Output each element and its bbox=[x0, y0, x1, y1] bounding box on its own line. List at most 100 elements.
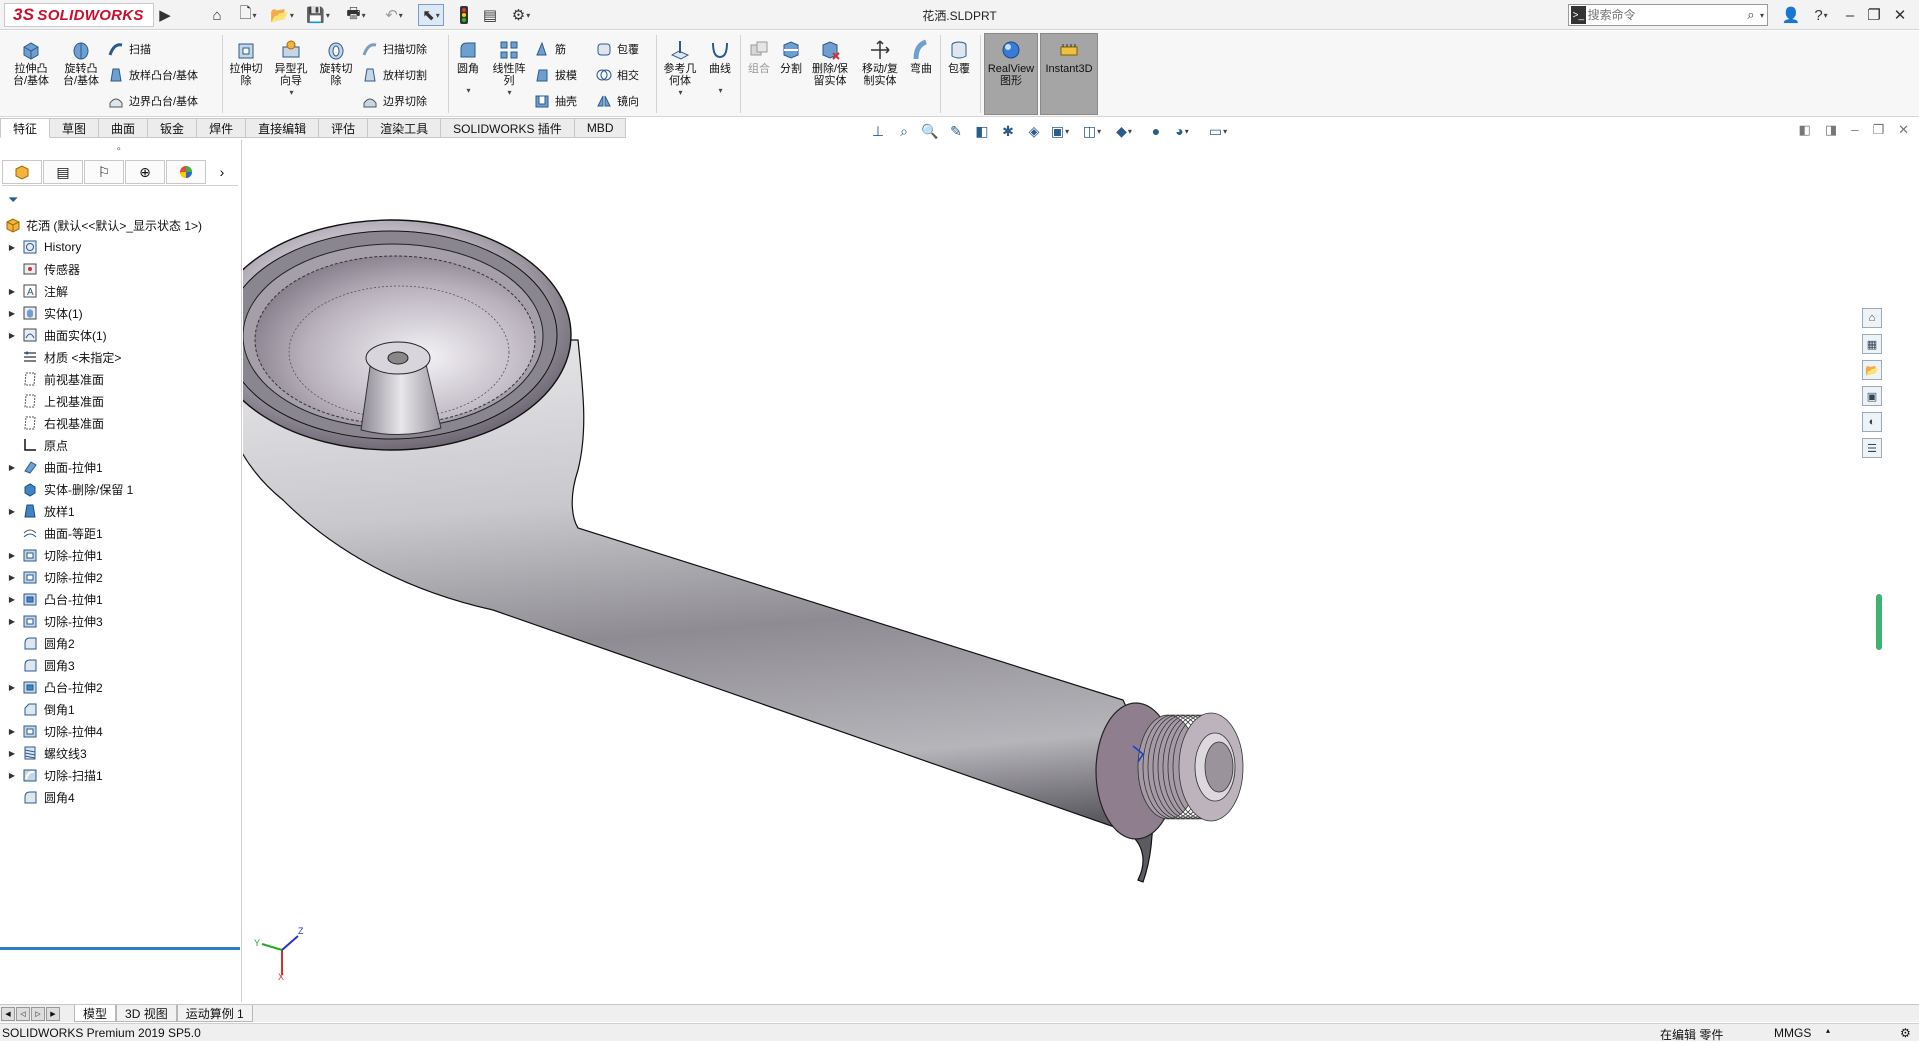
tree-item[interactable]: ▶ 切除-扫描1 bbox=[0, 764, 242, 786]
tab-render-tools[interactable]: 渲染工具 bbox=[368, 118, 442, 138]
restore-icon[interactable]: ❐ bbox=[1864, 4, 1884, 26]
tree-item[interactable]: ▶ 切除-拉伸1 bbox=[0, 544, 242, 566]
tab-solidworks-addins[interactable]: SOLIDWORKS 插件 bbox=[441, 118, 575, 138]
expand-arrow-icon[interactable]: ▶ bbox=[6, 683, 18, 692]
loft-boss-button[interactable]: 放样凸台/基体 bbox=[108, 65, 198, 85]
traffic-light-icon[interactable] bbox=[456, 4, 472, 26]
tree-item[interactable]: ▶ 放样1 bbox=[0, 500, 242, 522]
first-tab-icon[interactable]: ◀ bbox=[1, 1006, 15, 1021]
section-view-icon[interactable]: ◧ bbox=[972, 121, 992, 141]
graphics-area[interactable]: ⌂ ▦ 📂 ▣ ◐ ☰ bbox=[210, 140, 1884, 1002]
instant3d-button[interactable]: Instant3D bbox=[1040, 39, 1098, 75]
more-tabs-chevron-icon[interactable]: › bbox=[207, 160, 237, 184]
swept-cut-button[interactable]: 扫描切除 bbox=[362, 39, 427, 59]
previous-view-icon[interactable]: ✎ bbox=[946, 121, 966, 141]
solidworks-logo[interactable]: 3S SOLIDWORKS bbox=[4, 3, 154, 27]
apply-scene-icon[interactable]: ● bbox=[1146, 121, 1166, 141]
linear-pattern-dropdown-icon[interactable]: ▾ bbox=[507, 87, 511, 99]
split-button[interactable]: 分割 bbox=[776, 39, 806, 75]
tab-features[interactable]: 特征 bbox=[0, 118, 51, 138]
open-icon[interactable]: 📂 ▾ bbox=[268, 4, 296, 26]
delete-keep-body-button[interactable]: 删除/保 留实体 bbox=[808, 39, 852, 87]
tree-item[interactable]: 圆角4 bbox=[0, 786, 242, 808]
reference-geometry-button[interactable]: 参考几 何体 ▾ bbox=[660, 39, 700, 99]
tree-item[interactable]: ▶ 切除-拉伸3 bbox=[0, 610, 242, 632]
zoom-to-area-icon[interactable]: 🔍 bbox=[920, 121, 940, 141]
sweep-button[interactable]: 扫描 bbox=[108, 39, 151, 59]
rollback-bar[interactable] bbox=[0, 947, 240, 950]
tree-item[interactable]: 曲面-等距1 bbox=[0, 522, 242, 544]
expand-arrow-icon[interactable]: ▶ bbox=[6, 617, 18, 626]
tree-item[interactable]: ▶ 曲面实体(1) bbox=[0, 324, 242, 346]
extrude-cut-button[interactable]: 拉伸切 除 bbox=[226, 39, 266, 87]
fillet-dropdown-icon[interactable]: ▾ bbox=[466, 85, 470, 97]
tree-item[interactable]: ▶ 凸台-拉伸2 bbox=[0, 676, 242, 698]
unit-system[interactable]: MMGS bbox=[1774, 1026, 1811, 1040]
lofted-cut-button[interactable]: 放样切割 bbox=[362, 65, 427, 85]
tree-item[interactable]: ▶ 凸台-拉伸1 bbox=[0, 588, 242, 610]
tree-item[interactable]: 实体-删除/保留 1 bbox=[0, 478, 242, 500]
expand-arrow-icon[interactable]: ▶ bbox=[6, 243, 18, 252]
tab-evaluate[interactable]: 评估 bbox=[319, 118, 369, 138]
hide-show-items-icon[interactable]: ◫ ▾ bbox=[1082, 121, 1102, 141]
tree-item[interactable]: 上视基准面 bbox=[0, 390, 242, 412]
next-tab-icon[interactable]: ▷ bbox=[31, 1006, 45, 1021]
tab-direct-editing[interactable]: 直接编辑 bbox=[246, 118, 320, 138]
file-properties-icon[interactable]: ▤ bbox=[480, 4, 500, 26]
tree-item[interactable]: 原点 bbox=[0, 434, 242, 456]
tree-item[interactable]: 前视基准面 bbox=[0, 368, 242, 390]
design-library-icon[interactable]: ▦ bbox=[1862, 334, 1882, 354]
linear-pattern-button[interactable]: 线性阵 列 ▾ bbox=[488, 39, 530, 99]
panel-grip-icon[interactable]: ⚬ bbox=[115, 144, 123, 155]
dynamic-annotation-icon[interactable]: ✱ bbox=[998, 121, 1018, 141]
tile-left-icon[interactable]: ◧ bbox=[1799, 122, 1811, 138]
tree-item[interactable]: ▶ 螺纹线3 bbox=[0, 742, 242, 764]
hole-wizard-button[interactable]: 异型孔 向导 ▾ bbox=[270, 39, 312, 99]
expand-arrow-icon[interactable]: ▶ bbox=[6, 331, 18, 340]
hole-wizard-dropdown-icon[interactable]: ▾ bbox=[289, 87, 293, 99]
view-orientation-icon[interactable]: ◈ bbox=[1024, 121, 1044, 141]
view-palette-icon[interactable]: ▣ bbox=[1862, 386, 1882, 406]
extrude-boss-button[interactable]: 拉伸凸 台/基体 bbox=[8, 39, 54, 87]
expand-arrow-icon[interactable]: ▶ bbox=[6, 463, 18, 472]
tab-mbd[interactable]: MBD bbox=[574, 118, 627, 138]
expand-arrow-icon[interactable]: ▶ bbox=[6, 507, 18, 516]
revolve-boss-button[interactable]: 旋转凸 台/基体 bbox=[58, 39, 104, 87]
tree-item[interactable]: ▶ 切除-拉伸4 bbox=[0, 720, 242, 742]
save-icon[interactable]: 💾 ▾ bbox=[304, 4, 332, 26]
search-dropdown-icon[interactable]: ▾ bbox=[1760, 11, 1764, 20]
new-document-icon[interactable]: 🗋 ▾ bbox=[234, 4, 262, 26]
view-settings-icon[interactable]: ▭ ▾ bbox=[1208, 121, 1228, 141]
tree-item[interactable]: ▶ 切除-拉伸2 bbox=[0, 566, 242, 588]
minimize-icon[interactable]: – bbox=[1840, 4, 1860, 26]
expand-arrow-icon[interactable]: ▶ bbox=[6, 749, 18, 758]
reference-geometry-dropdown-icon[interactable]: ▾ bbox=[678, 87, 682, 99]
flex-button[interactable]: 弯曲 bbox=[906, 39, 936, 75]
expand-arrow-icon[interactable]: ▶ bbox=[6, 309, 18, 318]
expand-arrow-icon[interactable]: ▶ bbox=[6, 727, 18, 736]
help-icon[interactable]: ? ▾ bbox=[1806, 4, 1836, 26]
user-icon[interactable]: 👤 bbox=[1780, 4, 1802, 26]
edit-appearance-icon[interactable]: ◆ ▾ bbox=[1114, 121, 1134, 141]
help-bubble-icon[interactable]: ⚙ bbox=[1900, 1026, 1911, 1040]
tree-item[interactable]: 圆角2 bbox=[0, 632, 242, 654]
tree-item[interactable]: ▶ A 注解 bbox=[0, 280, 242, 302]
tree-item[interactable]: 倒角1 bbox=[0, 698, 242, 720]
dimxpertmanager-tab-icon[interactable]: ⊕ bbox=[125, 160, 165, 184]
tree-item[interactable]: 右视基准面 bbox=[0, 412, 242, 434]
tree-item[interactable]: 圆角3 bbox=[0, 654, 242, 676]
wrap-button[interactable]: 包覆 bbox=[596, 39, 639, 59]
intersect-button[interactable]: 相交 bbox=[596, 65, 639, 85]
unit-dropdown-icon[interactable]: ▴ bbox=[1826, 1026, 1830, 1035]
combine-button[interactable]: 组合 bbox=[744, 39, 774, 75]
appearances-icon[interactable]: ◐ bbox=[1862, 412, 1882, 432]
tab-weldments[interactable]: 焊件 bbox=[197, 118, 247, 138]
menu-expand-icon[interactable]: ▶ bbox=[158, 4, 172, 26]
last-tab-icon[interactable]: ▶ bbox=[46, 1006, 60, 1021]
tab-motion-study[interactable]: 运动算例 1 bbox=[176, 1005, 253, 1022]
tree-item[interactable]: ▶ 曲面-拉伸1 bbox=[0, 456, 242, 478]
expand-arrow-icon[interactable]: ▶ bbox=[6, 287, 18, 296]
expand-arrow-icon[interactable]: ▶ bbox=[6, 551, 18, 560]
tab-sheet-metal[interactable]: 钣金 bbox=[148, 118, 198, 138]
view-orientation-pin-icon[interactable]: ⊥ bbox=[868, 121, 888, 141]
